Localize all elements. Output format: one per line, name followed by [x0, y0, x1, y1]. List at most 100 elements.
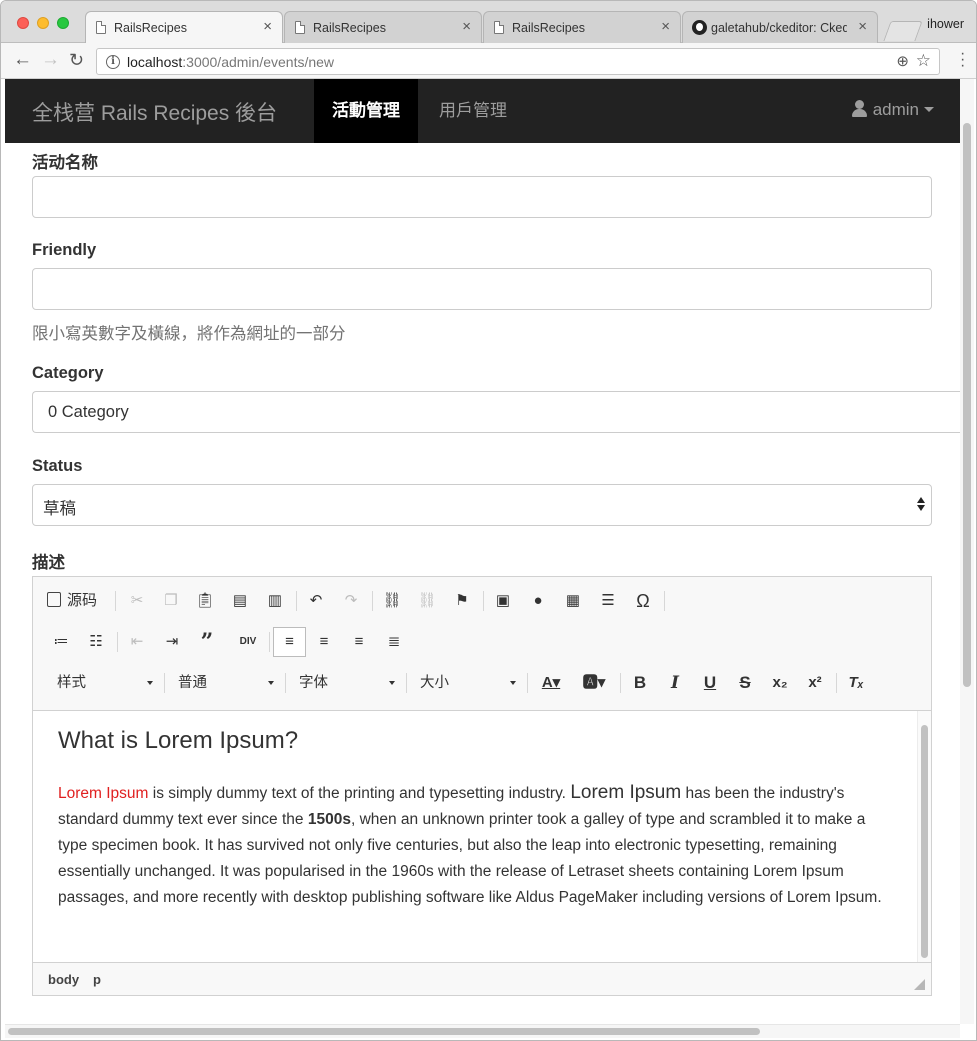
- chevron-down-icon: [510, 681, 516, 685]
- back-icon[interactable]: ←: [13, 49, 32, 71]
- strikethrough-icon[interactable]: S: [731, 669, 759, 697]
- format-combo[interactable]: 普通: [178, 669, 274, 697]
- cut-icon[interactable]: ✂: [123, 587, 151, 615]
- user-icon: [851, 100, 868, 117]
- flash-icon[interactable]: ●: [524, 587, 552, 615]
- window-maximize-button[interactable]: [57, 17, 69, 29]
- tab-title: RailsRecipes: [313, 21, 386, 35]
- page-horizontal-scrollbar[interactable]: [5, 1024, 960, 1038]
- style-combo[interactable]: 样式: [57, 669, 153, 697]
- table-icon[interactable]: ▦: [559, 587, 587, 615]
- font-combo[interactable]: 字体: [299, 669, 395, 697]
- blockquote-icon[interactable]: ”: [193, 628, 221, 656]
- bookmark-star-icon[interactable]: ☆: [916, 51, 931, 71]
- source-button[interactable]: 源码: [47, 587, 109, 615]
- reload-icon[interactable]: ↻: [69, 49, 84, 71]
- content-paragraph: Lorem Ipsum is simply dummy text of the …: [58, 780, 888, 911]
- new-tab-button[interactable]: [883, 21, 923, 41]
- window-minimize-button[interactable]: [37, 17, 49, 29]
- browser-tab-2[interactable]: RailsRecipes ×: [284, 11, 482, 43]
- address-bar[interactable]: i localhost:3000/admin/events/new ⊕ ☆: [96, 48, 940, 75]
- subscript-icon[interactable]: x₂: [766, 669, 794, 697]
- profile-name[interactable]: ihower: [927, 17, 964, 31]
- size-combo-label: 大小: [420, 675, 449, 691]
- category-select[interactable]: 0 Category: [32, 391, 960, 433]
- browser-window: RailsRecipes × RailsRecipes × RailsRecip…: [0, 0, 977, 1041]
- editor-scrollbar[interactable]: [917, 711, 931, 962]
- nav-item-users[interactable]: 用戶管理: [421, 79, 525, 143]
- chevron-down-icon: [268, 681, 274, 685]
- paste-icon[interactable]: 📋︎: [191, 587, 219, 615]
- browser-tab-3[interactable]: RailsRecipes ×: [483, 11, 681, 43]
- unlink-icon[interactable]: ⛓: [413, 587, 441, 615]
- special-char-icon[interactable]: Ω: [629, 587, 657, 615]
- close-icon[interactable]: ×: [661, 18, 670, 35]
- underline-icon[interactable]: U: [696, 669, 724, 697]
- remove-format-icon[interactable]: Tₓ: [842, 669, 870, 697]
- category-label: Category: [32, 364, 104, 382]
- chevron-down-icon: [389, 681, 395, 685]
- indent-icon[interactable]: ⇥: [158, 628, 186, 656]
- paste-word-icon[interactable]: ▥: [261, 587, 289, 615]
- editor-content[interactable]: What is Lorem Ipsum? Lorem Ipsum is simp…: [33, 711, 931, 962]
- page-hscroll-thumb[interactable]: [8, 1028, 760, 1035]
- align-right-icon[interactable]: ≡: [345, 628, 373, 656]
- friendly-input[interactable]: [32, 268, 932, 310]
- github-icon: [692, 20, 707, 35]
- close-icon[interactable]: ×: [858, 18, 867, 35]
- description-label: 描述: [32, 554, 65, 572]
- numbered-list-icon[interactable]: ≔: [47, 628, 75, 656]
- align-left-icon[interactable]: ≡: [273, 627, 306, 657]
- page-vertical-scrollbar[interactable]: [960, 79, 974, 1024]
- forward-icon[interactable]: →: [41, 49, 60, 71]
- bold-icon[interactable]: B: [626, 669, 654, 697]
- align-justify-icon[interactable]: ≣: [380, 628, 408, 656]
- tab-title: RailsRecipes: [512, 21, 585, 35]
- copy-icon[interactable]: ❐: [157, 587, 185, 615]
- status-select[interactable]: 草稿: [32, 484, 932, 526]
- category-value: 0 Category: [48, 403, 129, 421]
- background-color-icon[interactable]: 🅰▾: [578, 669, 610, 697]
- browser-tab-1[interactable]: RailsRecipes ×: [85, 11, 283, 44]
- element-path-body[interactable]: body: [48, 972, 79, 987]
- user-dropdown[interactable]: admin: [851, 100, 934, 120]
- outdent-icon[interactable]: ⇤: [123, 628, 151, 656]
- div-container-icon[interactable]: DIV: [234, 628, 262, 656]
- info-icon[interactable]: i: [106, 55, 120, 69]
- editor-scroll-thumb[interactable]: [921, 725, 928, 958]
- zoom-icon[interactable]: ⊕: [896, 52, 909, 70]
- name-input[interactable]: [32, 176, 932, 218]
- tab-title: galetahub/ckeditor: Cked: [711, 21, 847, 35]
- url-text[interactable]: localhost:3000/admin/events/new: [127, 54, 334, 70]
- align-center-icon[interactable]: ≡: [310, 628, 338, 656]
- format-combo-label: 普通: [178, 675, 207, 691]
- content-heading: What is Lorem Ipsum?: [58, 727, 299, 754]
- link-icon[interactable]: ⛓: [378, 587, 406, 615]
- large-text: Lorem Ipsum: [570, 782, 682, 803]
- superscript-icon[interactable]: x²: [801, 669, 829, 697]
- window-close-button[interactable]: [17, 17, 29, 29]
- navbar-brand[interactable]: 全栈营 Rails Recipes 後台: [32, 97, 277, 127]
- nav-item-events[interactable]: 活動管理: [314, 79, 418, 143]
- undo-icon[interactable]: ↶: [302, 587, 330, 615]
- anchor-flag-icon[interactable]: ⚑: [448, 587, 476, 615]
- image-icon[interactable]: ▣: [489, 587, 517, 615]
- paragraph-text: is simply dummy text of the printing and…: [148, 785, 571, 802]
- resize-grip-icon[interactable]: [914, 979, 925, 990]
- close-icon[interactable]: ×: [263, 18, 272, 35]
- close-icon[interactable]: ×: [462, 18, 471, 35]
- status-value: 草稿: [43, 500, 76, 518]
- browser-tab-4[interactable]: galetahub/ckeditor: Cked ×: [682, 11, 878, 43]
- browser-menu-icon[interactable]: · · ·: [960, 46, 965, 74]
- url-host: localhost: [127, 54, 183, 70]
- horizontal-line-icon[interactable]: ☰: [594, 587, 622, 615]
- font-combo-label: 字体: [299, 675, 328, 691]
- page-scroll-thumb[interactable]: [963, 123, 971, 687]
- redo-icon[interactable]: ↷: [337, 587, 365, 615]
- paste-text-icon[interactable]: ▤: [226, 587, 254, 615]
- size-combo[interactable]: 大小: [420, 669, 516, 697]
- text-color-icon[interactable]: A▾: [535, 669, 567, 697]
- italic-icon[interactable]: I: [661, 669, 689, 697]
- bulleted-list-icon[interactable]: ☷: [82, 628, 110, 656]
- element-path-p[interactable]: p: [93, 972, 101, 987]
